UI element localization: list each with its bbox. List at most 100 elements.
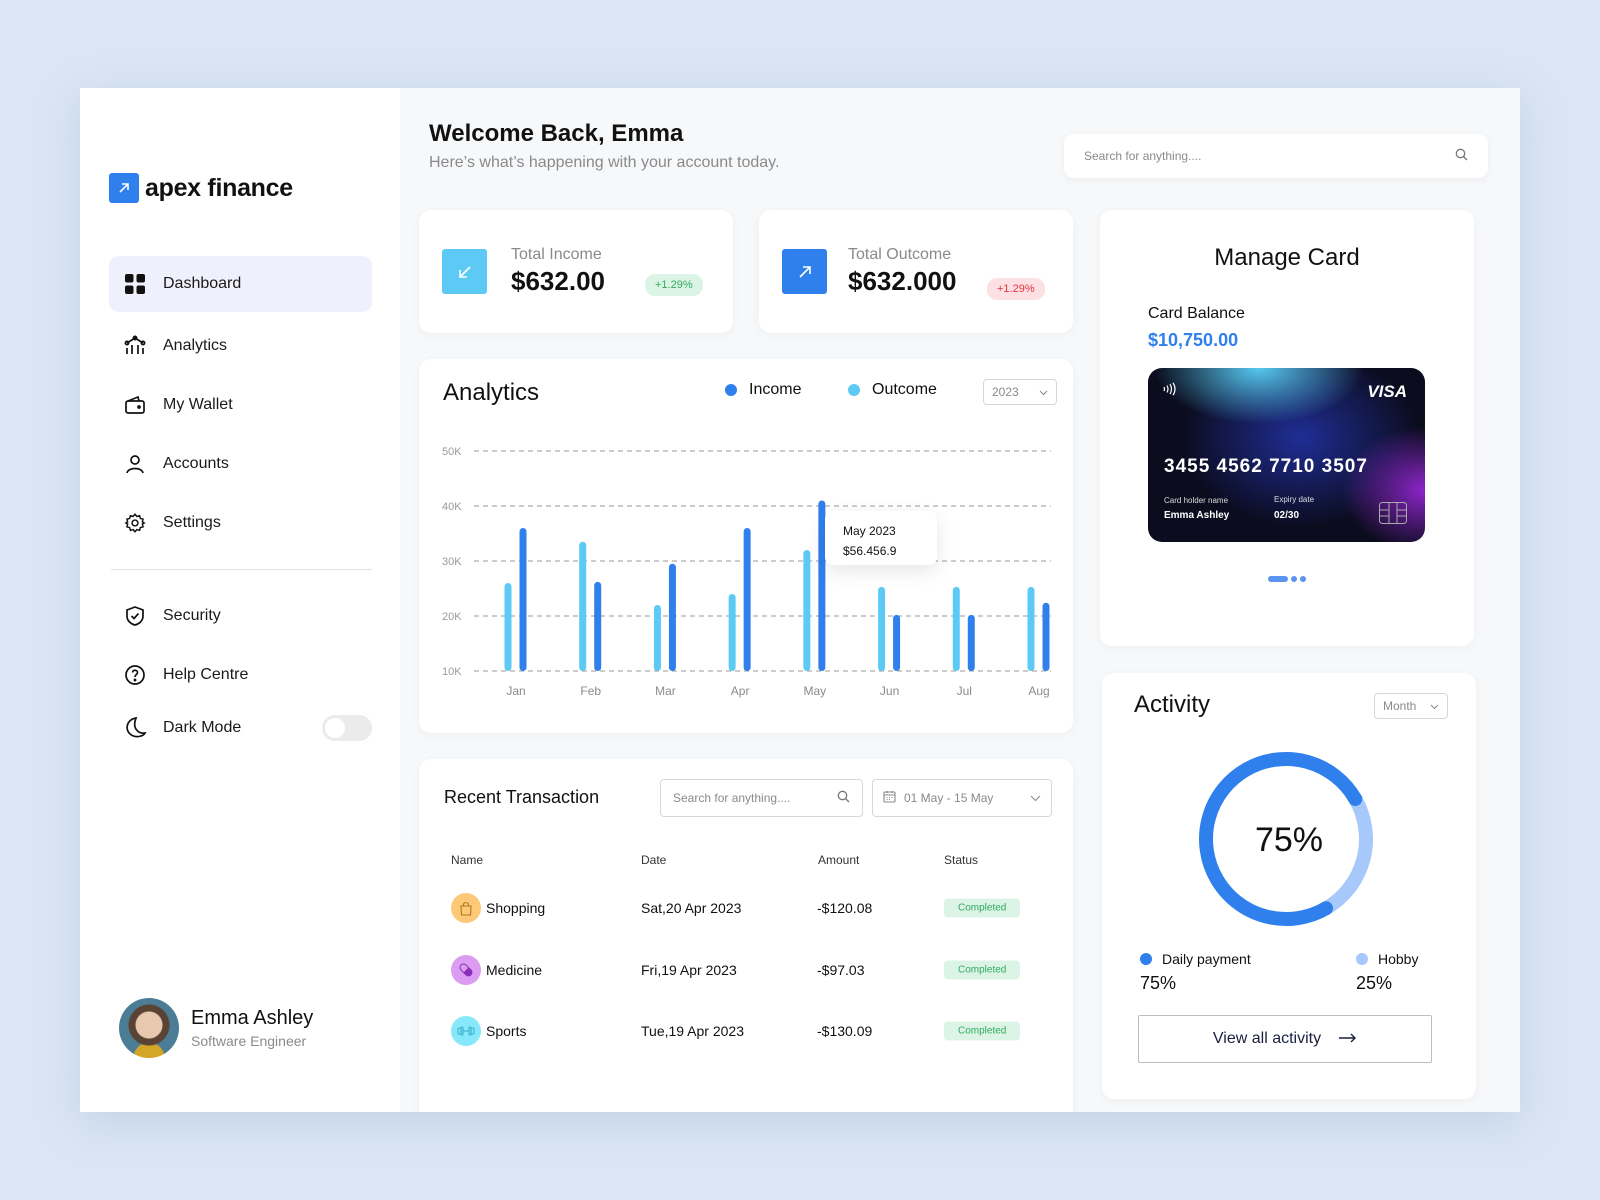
activity-title: Activity — [1134, 691, 1211, 718]
search-icon[interactable] — [837, 790, 850, 806]
table-row[interactable]: Medicine Fri,19 Apr 2023 -$97.03 Complet… — [419, 950, 1073, 990]
hobby-value: 25% — [1356, 973, 1393, 993]
transaction-date: Tue,19 Apr 2023 — [641, 1023, 745, 1039]
sidebar-item-my-wallet[interactable]: My Wallet — [109, 377, 372, 433]
manage-card-panel: Manage Card Card Balance $10,750.00 VISA… — [1100, 210, 1474, 646]
bar-outcome — [504, 583, 512, 671]
bar-outcome — [878, 586, 886, 671]
sidebar-item-label: Help Centre — [163, 666, 249, 683]
user-profile[interactable]: Emma Ashley Software Engineer — [119, 998, 313, 1058]
sidebar-item-help-centre[interactable]: Help Centre — [109, 647, 372, 703]
chart-tooltip: May 2023 $56.456.9 — [825, 511, 937, 565]
sidebar-item-analytics[interactable]: Analytics — [109, 318, 372, 374]
y-tick-label: 30K — [442, 556, 462, 568]
dumbbell-icon — [451, 1016, 481, 1046]
page-dot[interactable] — [1291, 576, 1297, 582]
x-tick-label: Mar — [655, 684, 676, 698]
status-badge: Completed — [944, 898, 1021, 918]
search-placeholder: Search for anything.... — [1084, 149, 1202, 163]
x-tick-label: May — [804, 684, 827, 698]
recent-transactions-card: Recent Transaction Search for anything..… — [419, 759, 1073, 1112]
user-icon — [123, 452, 147, 476]
analytics-card: 10K 20K 30K 40K 50K Jan Feb Mar Apr May Jun Jul Aug … — [419, 359, 1073, 733]
bar-outcome — [803, 550, 811, 671]
profile-role: Software Engineer — [191, 1033, 307, 1049]
legend-label: Income — [749, 381, 802, 398]
date-range-value: 01 May - 15 May — [904, 791, 994, 805]
period-value: Month — [1383, 699, 1417, 713]
page-dot[interactable] — [1300, 576, 1306, 582]
transaction-date: Fri,19 Apr 2023 — [641, 962, 737, 978]
total-income-card: Total Income $632.00 +1.29% — [419, 210, 733, 333]
card-number: 3455 4562 7710 3507 — [1164, 456, 1368, 477]
sidebar: apex finance Dashboard Analytics My Wall… — [80, 88, 400, 1112]
legend-outcome: Outcome — [848, 381, 937, 399]
sidebar-item-label: Settings — [163, 514, 221, 531]
sidebar-item-label: My Wallet — [163, 396, 233, 413]
donut-cap — [1319, 901, 1333, 916]
transactions-search-input[interactable]: Search for anything.... — [660, 779, 863, 817]
period-select[interactable]: Month — [1374, 693, 1448, 719]
bar-income — [668, 563, 676, 671]
column-header-date: Date — [641, 853, 667, 867]
change-badge: +1.29% — [987, 278, 1045, 300]
transaction-name: Sports — [486, 1023, 527, 1039]
chevron-down-icon — [1030, 791, 1041, 805]
card-brand: VISA — [1367, 382, 1407, 401]
global-search-input[interactable]: Search for anything.... — [1064, 134, 1488, 178]
wallet-icon — [123, 393, 147, 417]
x-tick-label: Jul — [957, 684, 972, 698]
bar-outcome — [952, 586, 960, 671]
arrow-down-left-icon — [442, 249, 487, 294]
sidebar-nav: Dashboard Analytics My Wallet Accounts S… — [109, 256, 372, 759]
table-row[interactable]: Sports Tue,19 Apr 2023 -$130.09 Complete… — [419, 1011, 1073, 1051]
stat-value: $632.000 — [848, 266, 957, 296]
grid-icon — [123, 272, 147, 296]
y-tick-label: 50K — [442, 446, 462, 458]
status-badge: Completed — [944, 1021, 1021, 1041]
moon-icon — [123, 716, 147, 740]
shield-icon — [123, 604, 147, 628]
page-dot-active[interactable] — [1268, 576, 1288, 582]
help-icon — [123, 663, 147, 687]
bar-outcome — [579, 541, 587, 671]
transaction-amount: -$130.09 — [817, 1023, 873, 1039]
legend-label: Hobby — [1378, 951, 1419, 967]
sidebar-item-accounts[interactable]: Accounts — [109, 436, 372, 492]
sidebar-item-dashboard[interactable]: Dashboard — [109, 256, 372, 312]
manage-card-title: Manage Card — [1214, 244, 1360, 271]
view-all-activity-button[interactable]: View all activity — [1138, 1015, 1432, 1063]
contactless-icon — [1162, 382, 1178, 401]
card-holder-label: Card holder name — [1164, 496, 1229, 505]
year-value: 2023 — [992, 385, 1019, 399]
bar-outcome — [728, 594, 736, 671]
stat-label: Total Income — [511, 246, 602, 263]
card-pagination[interactable] — [1268, 576, 1306, 582]
sidebar-item-label: Dark Mode — [163, 719, 242, 736]
app-window: apex finance Dashboard Analytics My Wall… — [80, 88, 1520, 1112]
x-tick-label: Feb — [580, 684, 601, 698]
dark-mode-toggle[interactable] — [322, 715, 372, 741]
year-select[interactable]: 2023 — [983, 379, 1057, 405]
legend-label: Outcome — [872, 381, 937, 398]
expiry-date: 02/30 — [1274, 510, 1300, 521]
avatar — [119, 998, 179, 1058]
logo[interactable]: apex finance — [109, 173, 293, 203]
expiry-label: Expiry date — [1274, 495, 1315, 504]
donut-cap — [1348, 792, 1363, 806]
shopping-bag-icon — [451, 893, 481, 923]
transaction-amount: -$120.08 — [817, 900, 873, 916]
analytics-chart: 10K 20K 30K 40K 50K Jan Feb Mar Apr May Jun Jul Aug — [442, 446, 1051, 698]
sidebar-item-label: Dashboard — [163, 275, 242, 292]
table-row[interactable]: Shopping Sat,20 Apr 2023 -$120.08 Comple… — [419, 888, 1073, 928]
x-tick-label: Aug — [1028, 684, 1049, 698]
column-header-status: Status — [944, 853, 979, 867]
y-tick-label: 40K — [442, 501, 462, 513]
credit-card[interactable]: VISA 3455 4562 7710 3507 Card holder nam… — [1148, 368, 1425, 542]
search-icon[interactable] — [1455, 148, 1468, 164]
date-range-select[interactable]: 01 May - 15 May — [872, 779, 1052, 817]
sidebar-item-settings[interactable]: Settings — [109, 495, 372, 551]
card-chip-icon — [1379, 502, 1407, 529]
gear-icon — [123, 511, 147, 535]
sidebar-item-security[interactable]: Security — [109, 588, 372, 644]
